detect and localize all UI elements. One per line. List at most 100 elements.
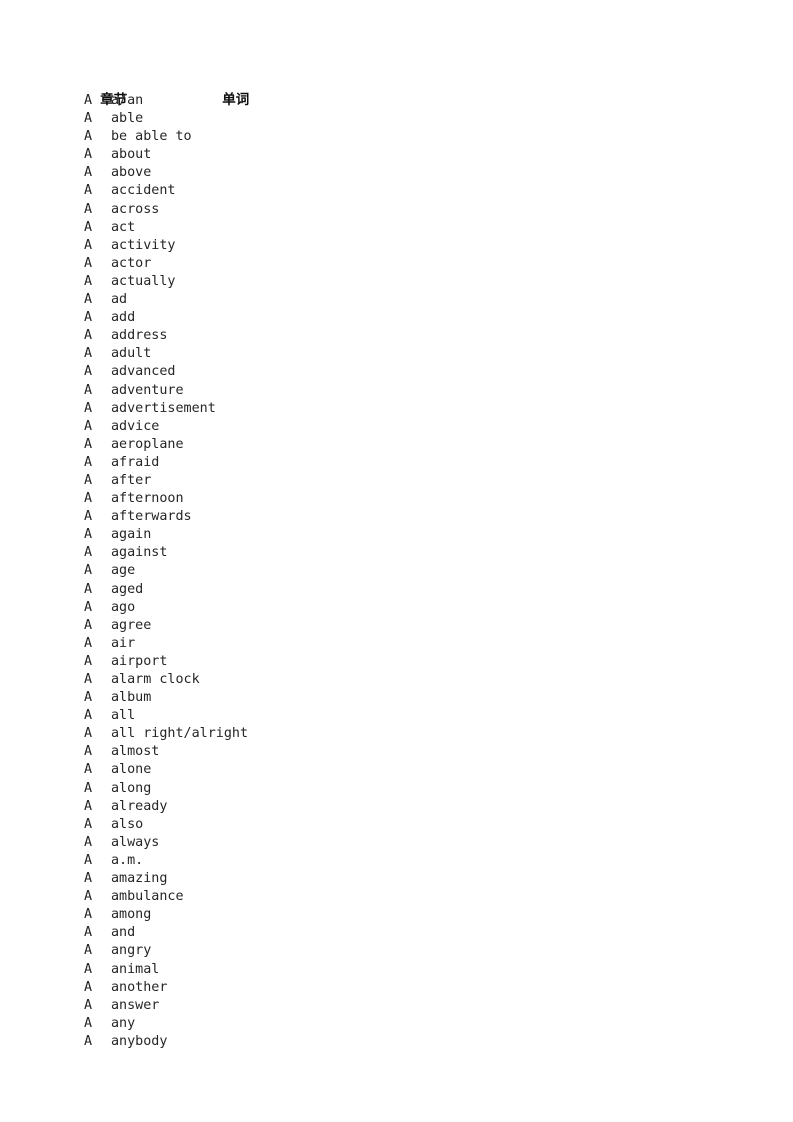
cell-word: able	[111, 111, 144, 127]
cell-word: almost	[111, 744, 160, 760]
table-row: Aa.m.	[72, 852, 722, 870]
table-row: Aad	[72, 291, 722, 309]
cell-word: age	[111, 563, 136, 579]
cell-chapter: A	[84, 165, 93, 181]
table-row: Aactivity	[72, 237, 722, 255]
cell-chapter: A	[84, 292, 93, 308]
cell-word: among	[111, 907, 152, 923]
table-row: Aany	[72, 1015, 722, 1033]
cell-word: a/an	[111, 93, 144, 108]
cell-chapter: A	[84, 310, 93, 326]
column-header-word: 单词	[222, 92, 250, 108]
cell-chapter: A	[84, 237, 93, 253]
cell-chapter: A	[84, 907, 93, 923]
table-row: Aage	[72, 562, 722, 580]
cell-chapter: A	[84, 943, 93, 959]
cell-chapter: A	[84, 1033, 93, 1049]
cell-word: alone	[111, 762, 152, 778]
cell-word: already	[111, 798, 168, 814]
table-row: Aangry	[72, 942, 722, 960]
table-row: Aaeroplane	[72, 436, 722, 454]
cell-chapter: A	[84, 491, 93, 507]
cell-word: act	[111, 219, 136, 235]
cell-word: answer	[111, 997, 160, 1013]
table-row: Aaged	[72, 581, 722, 599]
table-row: Aalbum	[72, 689, 722, 707]
cell-word: album	[111, 690, 152, 706]
cell-chapter: A	[84, 527, 93, 543]
cell-word: afraid	[111, 454, 160, 470]
cell-word: amazing	[111, 871, 168, 887]
cell-word: airport	[111, 653, 168, 669]
cell-chapter: A	[84, 780, 93, 796]
cell-chapter: A	[84, 509, 93, 525]
table-row: Aadd	[72, 309, 722, 327]
cell-word: anybody	[111, 1033, 168, 1049]
cell-word: another	[111, 979, 168, 995]
cell-word: agree	[111, 617, 152, 633]
cell-word: actually	[111, 273, 176, 289]
cell-word: and	[111, 925, 136, 941]
cell-word: along	[111, 780, 152, 796]
cell-chapter: A	[84, 672, 93, 687]
table-row: Aagain	[72, 526, 722, 544]
document-page: 章节 单词 Aa/an Aable Abe able to Aabout Aabove Aa…	[0, 0, 793, 1122]
table-row: Aago	[72, 599, 722, 617]
cell-word: animal	[111, 961, 160, 977]
table-row: Aabout	[72, 146, 722, 164]
table-row: Aabove	[72, 164, 722, 182]
cell-chapter: A	[84, 273, 93, 289]
cell-chapter: A	[84, 871, 93, 887]
cell-word: ad	[111, 292, 128, 308]
cell-chapter: A	[84, 255, 93, 271]
word-list-document: 章节 单词 Aa/an Aable Abe able to Aabout Aabove Aa…	[72, 72, 722, 1051]
table-row: Aafterwards	[72, 508, 722, 526]
cell-chapter: A	[84, 364, 93, 380]
cell-chapter: A	[84, 961, 93, 977]
cell-chapter: A	[84, 400, 93, 416]
table-row: Aaccident	[72, 182, 722, 200]
cell-word: air	[111, 635, 136, 651]
table-row: Aactually	[72, 273, 722, 291]
table-row: Aamong	[72, 906, 722, 924]
table-row: Aand	[72, 924, 722, 942]
cell-chapter: A	[84, 816, 93, 832]
table-row: Aair	[72, 635, 722, 653]
table-row: Aactor	[72, 255, 722, 273]
cell-word: after	[111, 472, 152, 488]
table-row: Aagree	[72, 617, 722, 635]
cell-chapter: A	[84, 653, 93, 669]
cell-word: adult	[111, 346, 152, 362]
cell-chapter: A	[84, 219, 93, 235]
table-row: Aafter	[72, 472, 722, 490]
cell-word: all	[111, 708, 136, 724]
cell-chapter: A	[84, 889, 93, 905]
table-row: Aadventure	[72, 382, 722, 400]
cell-chapter: A	[84, 328, 93, 344]
table-row: Aalong	[72, 780, 722, 798]
cell-word: against	[111, 545, 168, 561]
table-row: Aalarm clock	[72, 671, 722, 689]
cell-word: advertisement	[111, 400, 216, 416]
cell-word: adventure	[111, 382, 184, 398]
cell-chapter: A	[84, 617, 93, 633]
cell-chapter: A	[84, 635, 93, 651]
table-row: Aadvanced	[72, 363, 722, 381]
cell-chapter: A	[84, 1015, 93, 1031]
table-row: Aamazing	[72, 870, 722, 888]
table-row: Aacross	[72, 201, 722, 219]
table-row: Aanswer	[72, 997, 722, 1015]
cell-chapter: A	[84, 708, 93, 724]
cell-chapter: A	[84, 599, 93, 615]
cell-chapter: A	[84, 93, 93, 108]
table-row: Aalone	[72, 761, 722, 779]
table-row: Aafternoon	[72, 490, 722, 508]
cell-chapter: A	[84, 925, 93, 941]
table-row: Abe able to	[72, 128, 722, 146]
cell-word: aeroplane	[111, 436, 184, 452]
cell-word: alarm clock	[111, 672, 200, 687]
cell-chapter: A	[84, 129, 93, 145]
cell-chapter: A	[84, 581, 93, 597]
cell-word: above	[111, 165, 152, 181]
cell-word: always	[111, 834, 160, 850]
